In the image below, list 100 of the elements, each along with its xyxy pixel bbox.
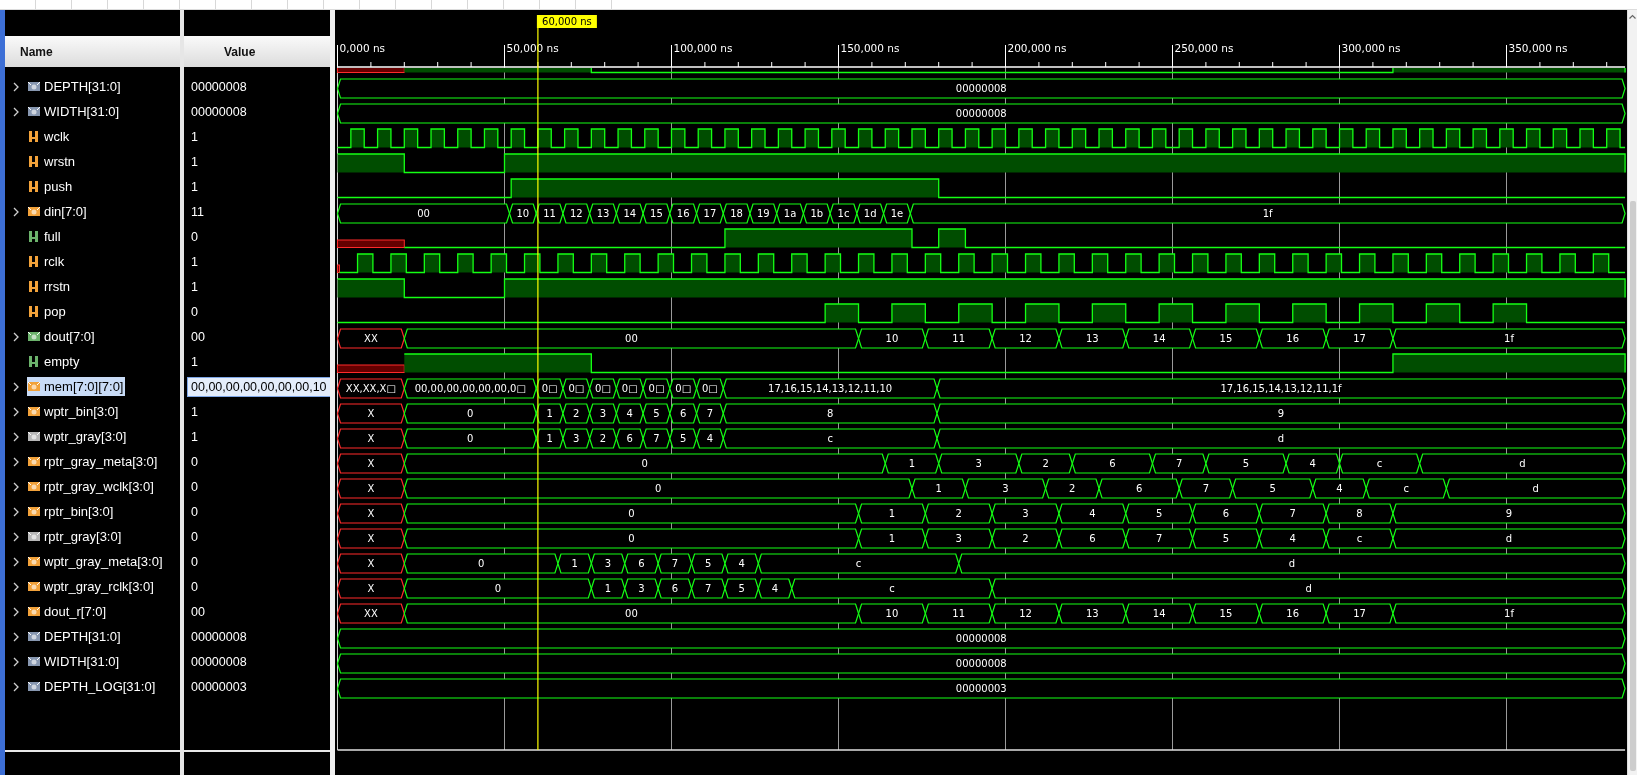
signal-name[interactable]: full [27,227,63,246]
bus-value: 17,16,15,14,13,12,11,1f [1220,383,1342,394]
signal-name[interactable]: rrstn [27,277,72,296]
signal-value: 0 [190,578,199,596]
chevron-icon[interactable] [13,631,19,642]
signal-name[interactable]: pop [27,302,68,321]
chevron-icon[interactable] [13,531,19,542]
bus-value: 6 [1089,533,1096,544]
chevron-icon[interactable] [13,456,19,467]
signal-name[interactable]: rptr_gray_wclk[3:0] [27,477,156,496]
bus-value: 7 [705,583,712,594]
bus-value: 00000008 [955,633,1007,644]
bus-value: 9 [1277,408,1285,419]
signal-name[interactable]: mem[7:0][7:0] [27,377,126,396]
chevron-icon[interactable] [13,381,19,392]
chevron-icon[interactable] [13,556,19,567]
bus-value: 16 [1286,333,1300,344]
bus-value: 12 [1019,608,1032,619]
scroll-up-icon[interactable] [1629,14,1636,19]
signal-name[interactable]: dout_r[7:0] [27,602,109,621]
scrollbar[interactable] [1627,10,1637,775]
signal-name[interactable]: din[7:0] [27,202,89,221]
cursor-line[interactable] [537,26,539,751]
bus-value: 10 [885,333,899,344]
chevron-icon[interactable] [13,81,19,92]
signal-name[interactable]: wptr_gray[3:0] [27,427,129,446]
chevron-icon[interactable] [13,206,19,217]
signal-value: 0 [190,228,199,246]
bus-value: 7 [1176,458,1183,469]
bus-value: 0 [654,483,662,494]
signal-value: 00000008 [190,78,248,96]
signal-name[interactable]: rptr_gray[3:0] [27,527,124,546]
scroll-thumb[interactable] [1629,201,1636,771]
signal-name[interactable]: rptr_gray_meta[3:0] [27,452,160,471]
bus-value: 0 [628,533,635,544]
chevron-icon[interactable] [13,106,19,117]
signal-name[interactable]: wptr_gray_rclk[3:0] [27,577,156,596]
bus-value: 0 [477,558,485,569]
bus-value: d [1519,458,1526,469]
bus-value: 13 [596,208,610,219]
signal-name[interactable]: DEPTH[31:0] [27,627,123,646]
bus-value: 4 [626,408,633,419]
bus-value: 1 [546,433,553,444]
bus-value: d [1505,533,1513,544]
bus-value: 0□ [702,383,718,394]
signal-name[interactable]: rptr_bin[3:0] [27,502,116,521]
bus-value: c [889,583,895,594]
signal-name[interactable]: empty [27,352,82,371]
signal-name[interactable]: DEPTH_LOG[31:0] [27,677,158,696]
chevron-icon[interactable] [13,481,19,492]
bus-value: 5 [705,558,712,569]
bus-value: 6 [680,408,687,419]
bus-value: 2 [573,408,580,419]
bus-value: 1d [863,208,877,219]
bus-value: 17,16,15,14,13,12,11,10 [768,383,893,394]
bus-value: 4 [738,558,745,569]
chevron-icon[interactable] [13,506,19,517]
bus-value: 00 [417,208,430,219]
signal-value: 00000008 [190,653,248,671]
bus-value: 0□ [595,383,611,394]
signal-name[interactable]: DEPTH[31:0] [27,77,123,96]
signal-name[interactable]: wptr_bin[3:0] [27,402,121,421]
signal-name[interactable]: push [27,177,75,196]
bus-value: X [367,533,375,544]
bus-value: 00 [625,333,638,344]
bus-value: X [367,583,375,594]
bus-value: 00 [625,608,638,619]
chevron-icon[interactable] [13,681,19,692]
chevron-icon[interactable] [13,581,19,592]
bus-value: 1f [1262,208,1273,219]
time-label: 350,000 ns [1508,42,1568,54]
chevron-icon[interactable] [13,656,19,667]
cursor-label[interactable]: 60,000 ns [536,15,597,28]
bus-value: 3 [599,408,607,419]
bus-value: c [855,558,862,569]
bus-value: 3 [955,533,962,544]
signal-name[interactable]: WIDTH[31:0] [27,102,122,121]
chevron-icon[interactable] [13,606,19,617]
signal-name[interactable]: dout[7:0] [27,327,97,346]
chevron-icon[interactable] [13,431,19,442]
bus-value: 7 [1289,508,1296,519]
column-header[interactable]: Name [5,36,180,67]
signal-value: 0 [190,303,199,321]
bus-value: X [367,483,375,494]
bus-value: X [367,433,375,444]
signal-name[interactable]: WIDTH[31:0] [27,652,122,671]
signal-value: 1 [190,153,199,171]
bus-value: 6 [1109,458,1116,469]
bus-value: 5 [680,433,687,444]
column-header[interactable]: Value [184,36,330,67]
chevron-icon[interactable] [13,406,19,417]
signal-name[interactable]: wrstn [27,152,78,171]
bus-value: 00000008 [955,83,1007,94]
signal-name[interactable]: rclk [27,252,67,271]
chevron-icon[interactable] [13,331,19,342]
signal-name[interactable]: wclk [27,127,72,146]
signal-name[interactable]: wptr_gray_meta[3:0] [27,552,165,571]
bus-value: 0 [494,583,501,594]
bus-value: X [367,508,375,519]
signal-value: 1 [190,428,199,446]
